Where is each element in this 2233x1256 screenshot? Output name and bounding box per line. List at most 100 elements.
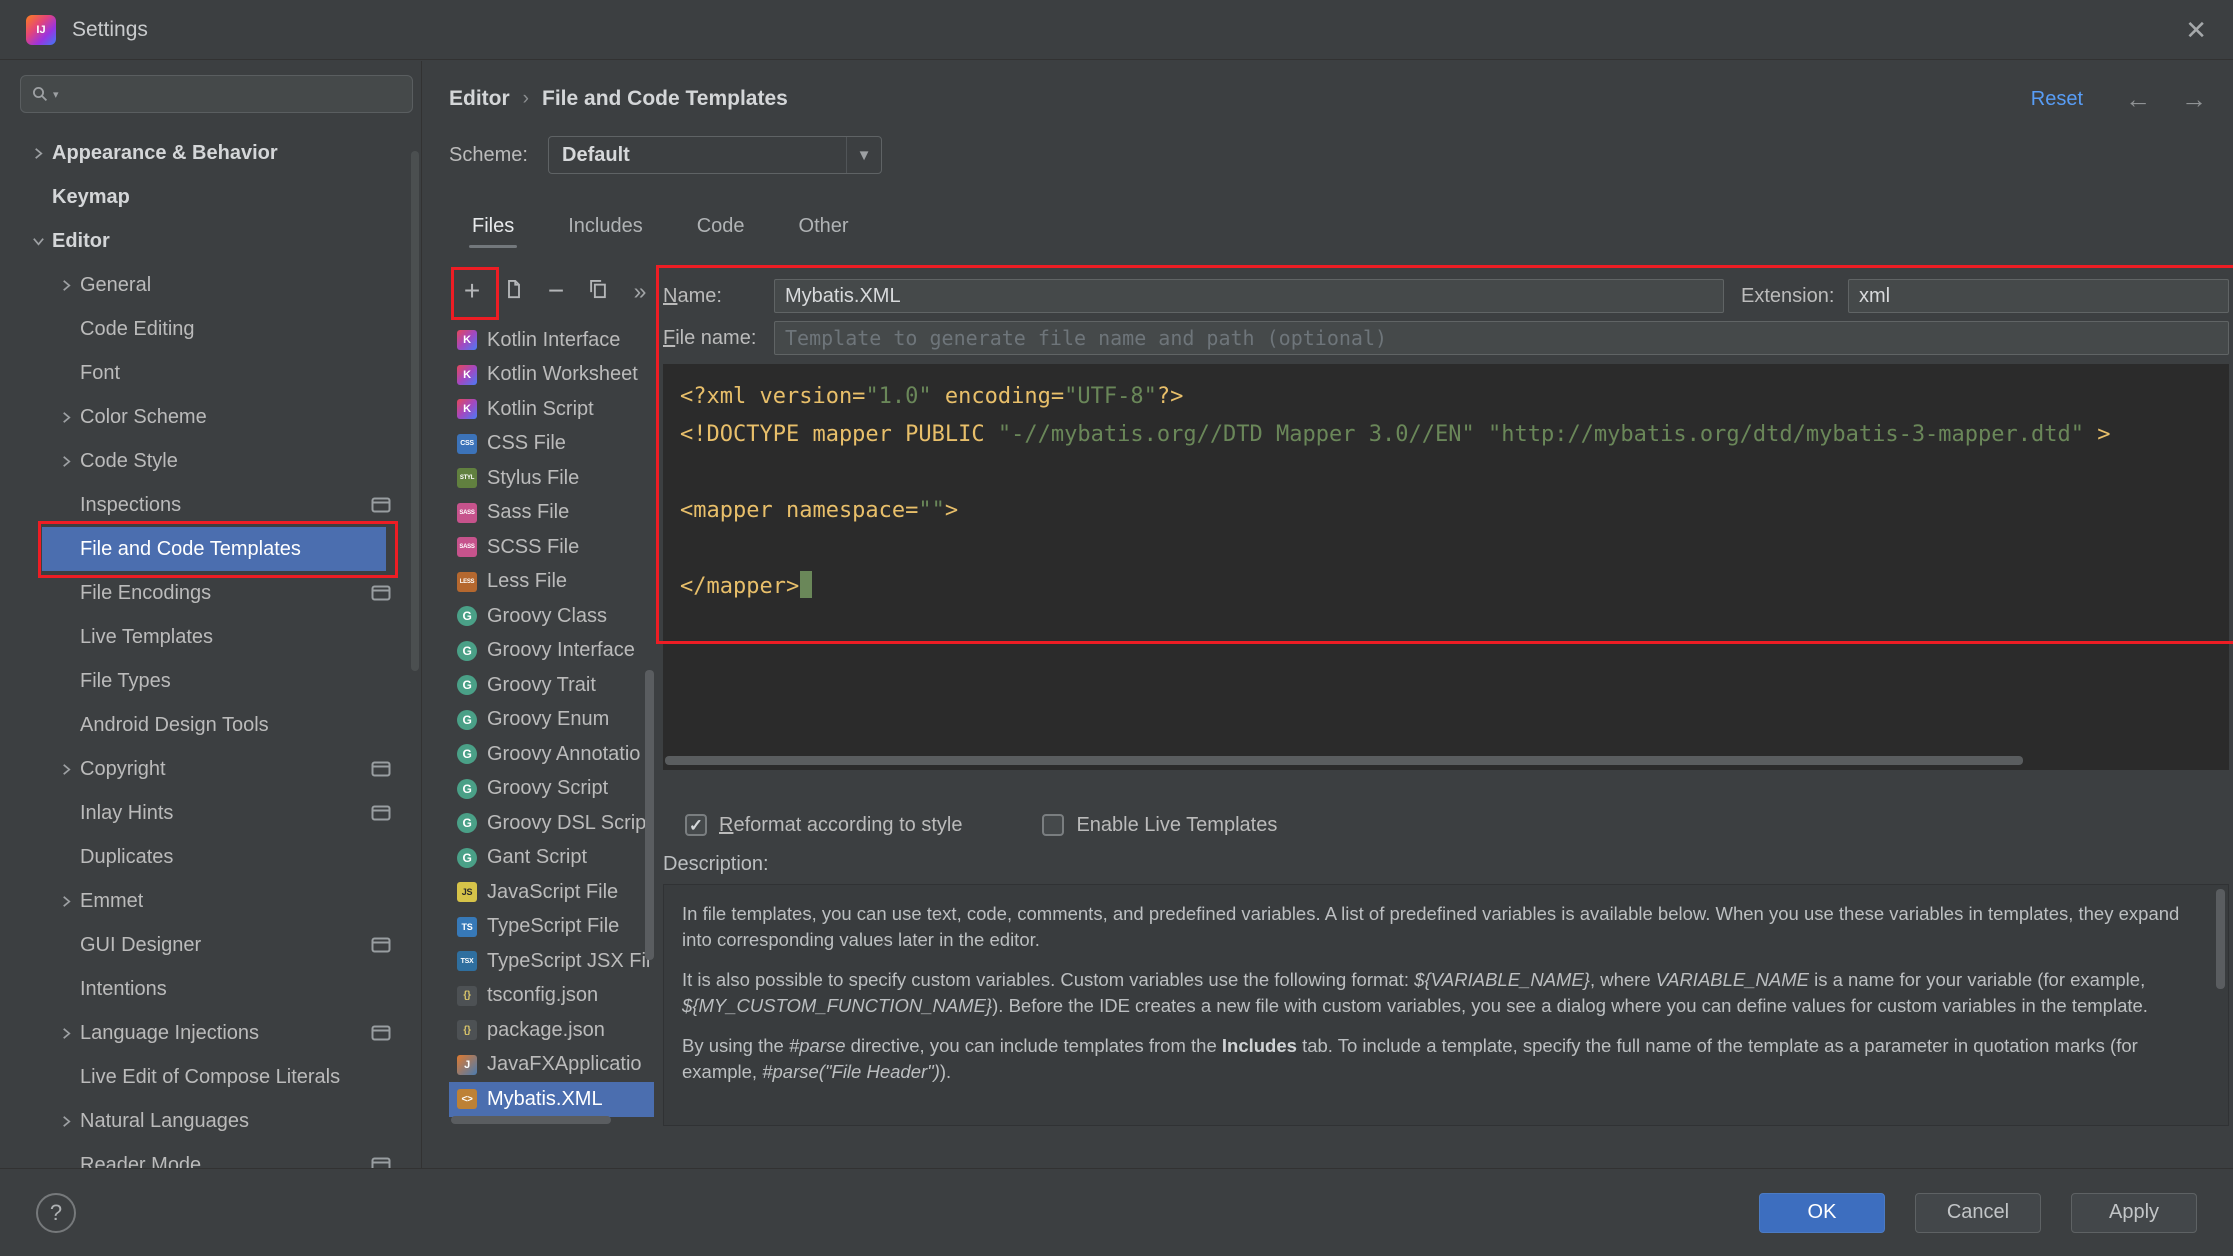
- sidebar-item-keymap[interactable]: Keymap: [0, 175, 421, 219]
- chevron-right-icon[interactable]: [52, 759, 80, 779]
- ok-button[interactable]: OK: [1759, 1193, 1885, 1233]
- sidebar-item-code-editing[interactable]: Code Editing: [0, 307, 421, 351]
- template-name-input[interactable]: [774, 279, 1724, 313]
- more-actions-button[interactable]: »: [625, 274, 655, 308]
- sidebar-item-inlay-hints[interactable]: Inlay Hints: [0, 791, 421, 835]
- sidebar-item-general[interactable]: General: [0, 263, 421, 307]
- template-item-sass-file[interactable]: SASSSass File: [449, 496, 654, 531]
- sidebar-item-emmet[interactable]: Emmet: [0, 879, 421, 923]
- chevron-right-icon[interactable]: [52, 891, 80, 911]
- back-arrow-icon[interactable]: ←: [2125, 86, 2151, 112]
- template-item-label: Groovy Trait: [487, 674, 596, 697]
- sidebar-item-inspections[interactable]: Inspections: [0, 483, 421, 527]
- sidebar-item-reader-mode[interactable]: Reader Mode: [0, 1143, 421, 1168]
- sidebar-item-color-scheme[interactable]: Color Scheme: [0, 395, 421, 439]
- chevron-right-icon[interactable]: [52, 451, 80, 471]
- sidebar-item-intentions[interactable]: Intentions: [0, 967, 421, 1011]
- forward-arrow-icon[interactable]: →: [2181, 86, 2207, 112]
- extension-input[interactable]: [1848, 279, 2229, 313]
- editor-horizontal-scrollbar[interactable]: [665, 756, 2023, 765]
- tab-includes[interactable]: Includes: [565, 203, 646, 249]
- template-item-gant-script[interactable]: GGant Script: [449, 841, 654, 876]
- sidebar-scrollbar[interactable]: [411, 151, 419, 671]
- apply-button[interactable]: Apply: [2071, 1193, 2197, 1233]
- search-input[interactable]: [63, 82, 402, 106]
- remove-template-button[interactable]: −: [541, 274, 571, 308]
- search-history-arrow-icon[interactable]: ▾: [53, 88, 59, 101]
- chevron-right-icon[interactable]: [52, 1111, 80, 1131]
- reformat-checkbox[interactable]: [685, 814, 707, 836]
- copy-template-button[interactable]: [583, 274, 613, 308]
- create-child-template-button[interactable]: [499, 274, 529, 308]
- template-item-groovy-class[interactable]: GGroovy Class: [449, 599, 654, 634]
- sidebar-item-file-and-code-templates[interactable]: File and Code Templates: [0, 527, 421, 571]
- scheme-dropdown[interactable]: Default ▼: [548, 136, 882, 174]
- add-template-button[interactable]: +: [457, 274, 487, 308]
- template-item-groovy-enum[interactable]: GGroovy Enum: [449, 703, 654, 738]
- template-item-groovy-annotatio[interactable]: GGroovy Annotatio: [449, 737, 654, 772]
- sidebar-item-android-design-tools[interactable]: Android Design Tools: [0, 703, 421, 747]
- template-item-kotlin-worksheet[interactable]: KKotlin Worksheet: [449, 358, 654, 393]
- template-item-javascript-file[interactable]: JSJavaScript File: [449, 875, 654, 910]
- tab-files[interactable]: Files: [469, 203, 517, 249]
- template-item-groovy-script[interactable]: GGroovy Script: [449, 772, 654, 807]
- template-item-javafxapplicatio[interactable]: JJavaFXApplicatio: [449, 1048, 654, 1083]
- settings-scope-icon: [371, 937, 391, 953]
- tab-code[interactable]: Code: [694, 203, 748, 249]
- sidebar-item-live-templates[interactable]: Live Templates: [0, 615, 421, 659]
- sidebar-item-live-edit-of-compose-literals[interactable]: Live Edit of Compose Literals: [0, 1055, 421, 1099]
- sidebar-item-copyright[interactable]: Copyright: [0, 747, 421, 791]
- tab-other[interactable]: Other: [796, 203, 852, 249]
- chevron-right-icon[interactable]: [52, 1023, 80, 1043]
- sidebar-item-editor[interactable]: Editor: [0, 219, 421, 263]
- template-item-kotlin-interface[interactable]: KKotlin Interface: [449, 323, 654, 358]
- sidebar-item-font[interactable]: Font: [0, 351, 421, 395]
- breadcrumb-editor[interactable]: Editor: [449, 87, 510, 111]
- sidebar-item-gui-designer[interactable]: GUI Designer: [0, 923, 421, 967]
- close-icon[interactable]: ✕: [2185, 17, 2207, 43]
- sidebar-item-natural-languages[interactable]: Natural Languages: [0, 1099, 421, 1143]
- template-list-vertical-scrollbar[interactable]: [645, 670, 654, 960]
- template-item-typescript-jsx-fil[interactable]: TSXTypeScript JSX Fil: [449, 944, 654, 979]
- template-item-tsconfig-json[interactable]: {}tsconfig.json: [449, 979, 654, 1014]
- file-name-input[interactable]: [774, 321, 2229, 355]
- enable-live-templates-checkbox[interactable]: [1042, 814, 1064, 836]
- sidebar-item-file-types[interactable]: File Types: [0, 659, 421, 703]
- sidebar-item-language-injections[interactable]: Language Injections: [0, 1011, 421, 1055]
- extension-label: Extension:: [1741, 285, 1848, 308]
- template-item-groovy-trait[interactable]: GGroovy Trait: [449, 668, 654, 703]
- chevron-down-icon[interactable]: [24, 231, 52, 251]
- chevron-down-icon[interactable]: ▼: [846, 137, 881, 173]
- sidebar-item-label: File and Code Templates: [80, 538, 301, 561]
- description-scrollbar[interactable]: [2216, 889, 2225, 989]
- template-item-groovy-dsl-scrip[interactable]: GGroovy DSL Scrip: [449, 806, 654, 841]
- sidebar-item-label: General: [80, 274, 151, 297]
- sidebar-item-code-style[interactable]: Code Style: [0, 439, 421, 483]
- chevron-right-icon[interactable]: [52, 407, 80, 427]
- kotlin-file-icon: K: [457, 330, 477, 350]
- search-field[interactable]: ▾: [20, 75, 413, 113]
- reset-link[interactable]: Reset: [2031, 88, 2083, 111]
- cancel-button[interactable]: Cancel: [1915, 1193, 2041, 1233]
- template-item-mybatis-xml[interactable]: <>Mybatis.XML: [449, 1082, 654, 1117]
- template-item-scss-file[interactable]: SASSSCSS File: [449, 530, 654, 565]
- sidebar-item-appearance-behavior[interactable]: Appearance & Behavior: [0, 131, 421, 175]
- groovy-file-icon: G: [457, 710, 477, 730]
- intellij-logo-icon: IJ: [26, 15, 56, 45]
- sidebar-item-duplicates[interactable]: Duplicates: [0, 835, 421, 879]
- template-item-kotlin-script[interactable]: KKotlin Script: [449, 392, 654, 427]
- template-item-typescript-file[interactable]: TSTypeScript File: [449, 910, 654, 945]
- template-item-css-file[interactable]: CSSCSS File: [449, 427, 654, 462]
- template-item-label: JavaFXApplicatio: [487, 1053, 642, 1076]
- chevron-right-icon[interactable]: [52, 275, 80, 295]
- template-item-less-file[interactable]: LESSLess File: [449, 565, 654, 600]
- chevron-right-icon[interactable]: [24, 143, 52, 163]
- template-item-stylus-file[interactable]: STYLStylus File: [449, 461, 654, 496]
- template-list-horizontal-scrollbar[interactable]: [451, 1116, 611, 1124]
- template-item-package-json[interactable]: {}package.json: [449, 1013, 654, 1048]
- template-code-editor[interactable]: <?xml version="1.0" encoding="UTF-8"?><!…: [663, 364, 2229, 770]
- help-button[interactable]: ?: [36, 1193, 76, 1233]
- sidebar-item-file-encodings[interactable]: File Encodings: [0, 571, 421, 615]
- text-caret: [800, 571, 812, 598]
- template-item-groovy-interface[interactable]: GGroovy Interface: [449, 634, 654, 669]
